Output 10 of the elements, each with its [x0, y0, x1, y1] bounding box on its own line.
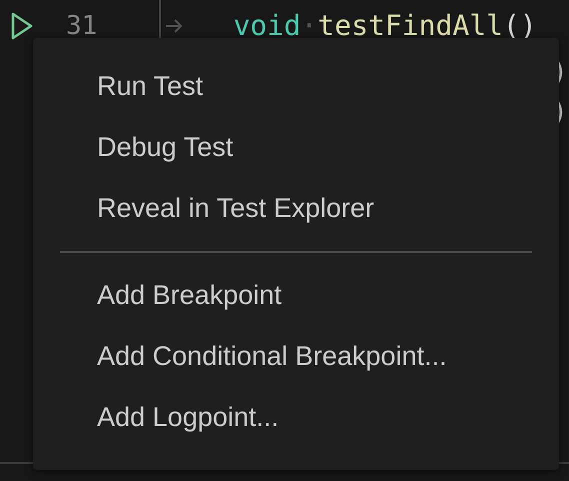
- menu-item[interactable]: Run Test: [33, 56, 559, 117]
- menu-item[interactable]: Add Logpoint...: [33, 387, 559, 448]
- menu-item[interactable]: Add Breakpoint: [33, 265, 559, 326]
- arrow-icon: [165, 19, 184, 33]
- run-icon[interactable]: [10, 11, 34, 41]
- line-number: 31: [66, 10, 98, 42]
- menu-item[interactable]: Debug Test: [33, 117, 559, 178]
- menu-item[interactable]: Reveal in Test Explorer: [33, 178, 559, 239]
- menu-item[interactable]: Add Conditional Breakpoint...: [33, 326, 559, 387]
- code-line: void·testFindAll(): [233, 8, 537, 44]
